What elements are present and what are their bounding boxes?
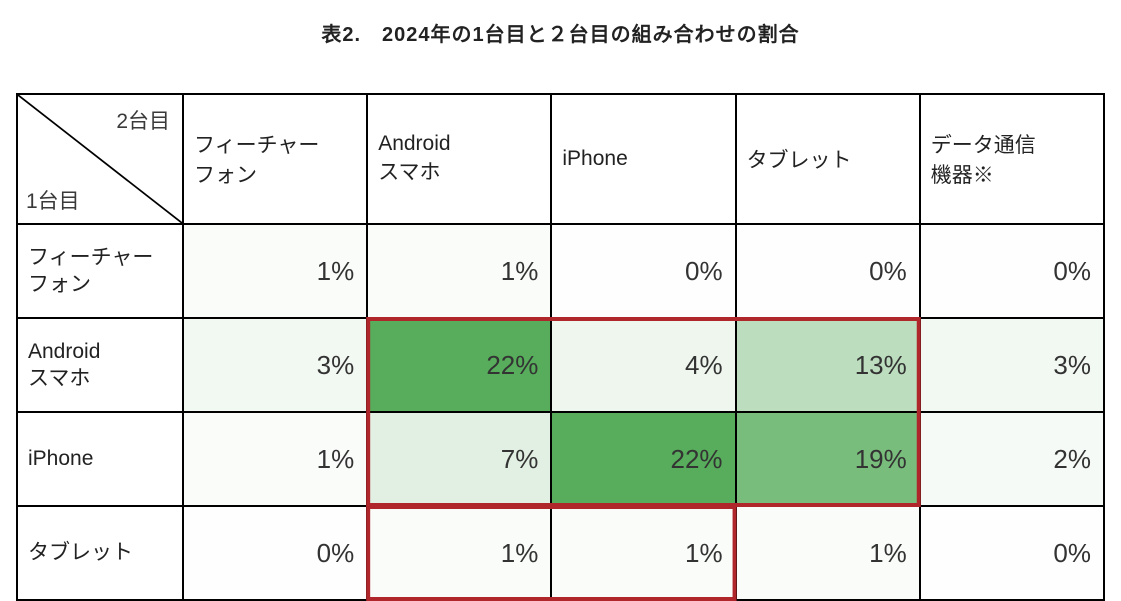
col-header: iPhone (551, 94, 735, 224)
col-header: Androidスマホ (367, 94, 551, 224)
heatmap-cell: 3% (920, 318, 1104, 412)
heatmap-cell: 22% (551, 412, 735, 506)
heatmap-cell: 19% (736, 412, 920, 506)
col-header: データ通信機器※ (920, 94, 1104, 224)
row-header: Androidスマホ (17, 318, 183, 412)
heatmap-table: 2台目 1台目フィーチャーフォンAndroidスマホiPhoneタブレットデータ… (16, 93, 1105, 601)
col-header: フィーチャーフォン (183, 94, 367, 224)
heatmap-cell: 1% (183, 412, 367, 506)
heatmap-cell: 0% (736, 224, 920, 318)
heatmap-cell: 0% (551, 224, 735, 318)
heatmap-cell: 0% (920, 224, 1104, 318)
row-header: iPhone (17, 412, 183, 506)
heatmap-cell: 13% (736, 318, 920, 412)
heatmap-cell: 1% (367, 224, 551, 318)
row-header: フィーチャーフォン (17, 224, 183, 318)
heatmap-cell: 1% (551, 506, 735, 600)
row-header: タブレット (17, 506, 183, 600)
heatmap-cell: 1% (183, 224, 367, 318)
table-title: 表2. 2024年の1台目と２台目の組み合わせの割合 (0, 18, 1121, 47)
heatmap-cell: 1% (736, 506, 920, 600)
heatmap-cell: 3% (183, 318, 367, 412)
heatmap-cell: 2% (920, 412, 1104, 506)
heatmap-cell: 0% (920, 506, 1104, 600)
heatmap-cell: 0% (183, 506, 367, 600)
col-header: タブレット (736, 94, 920, 224)
heatmap-cell: 1% (367, 506, 551, 600)
corner-header: 2台目 1台目 (17, 94, 183, 224)
row-axis-label: 1台目 (26, 185, 80, 215)
heatmap-cell: 22% (367, 318, 551, 412)
col-axis-label: 2台目 (116, 105, 170, 135)
heatmap-cell: 4% (551, 318, 735, 412)
heatmap-cell: 7% (367, 412, 551, 506)
